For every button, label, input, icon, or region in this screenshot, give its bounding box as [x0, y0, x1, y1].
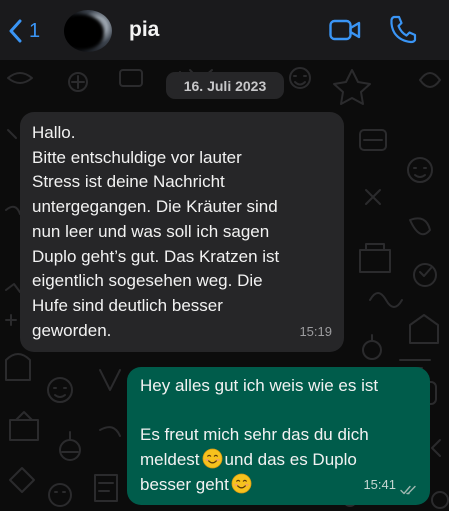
message-line: Es freut mich sehr das du dich: [140, 425, 369, 445]
voice-call-button[interactable]: [389, 14, 417, 49]
message-text: und das es Duplo: [224, 450, 357, 470]
message-line: Hufe sind deutlich besser: [32, 295, 223, 315]
unread-count: 1: [29, 19, 41, 42]
message-timestamp: 15:41: [363, 477, 396, 493]
message-line: Duplo geht’s gut. Das Kratzen ist: [32, 246, 280, 266]
phone-icon: [390, 15, 417, 44]
incoming-message[interactable]: Hallo. Bitte entschuldige vor lauter Str…: [20, 112, 344, 352]
message-line: eigentlich sogesehen weg. Die: [32, 271, 263, 291]
message-text: besser geht: [140, 474, 229, 494]
message-line: nun leer und was soll ich sagen: [32, 221, 270, 241]
double-check-icon: [400, 485, 416, 495]
message-line: Hallo.: [32, 123, 76, 142]
message-line: geworden.: [32, 320, 112, 340]
video-camera-icon: [329, 19, 361, 41]
message-line: meldest und das es Duplo: [140, 448, 420, 473]
smiling-face-emoji-icon: [231, 473, 252, 494]
chevron-left-icon: [9, 19, 22, 43]
chat-header: 1 pia: [0, 0, 449, 60]
chat-screen: 1 pia 16. Juli 2023 Hallo. Bitte entschu…: [0, 0, 449, 511]
message-line: Hey alles gut ich weis wie es ist: [140, 376, 379, 395]
message-line: untergegangen. Die Kräuter sind: [32, 197, 278, 217]
outgoing-message[interactable]: Hey alles gut ich weis wie es ist Es fre…: [127, 367, 430, 505]
message-text: meldest: [140, 450, 200, 470]
video-call-button[interactable]: [329, 18, 361, 47]
contact-name[interactable]: pia: [129, 18, 159, 42]
smiling-face-emoji-icon: [202, 448, 222, 469]
message-line: Stress ist deine Nachricht: [32, 172, 225, 192]
back-button[interactable]: 1: [8, 14, 40, 48]
message-line: Bitte entschuldige vor lauter: [32, 147, 242, 167]
message-timestamp: 15:19: [299, 324, 332, 340]
avatar[interactable]: [64, 10, 112, 52]
date-separator: 16. Juli 2023: [166, 72, 284, 99]
avatar-redaction: [64, 14, 104, 50]
